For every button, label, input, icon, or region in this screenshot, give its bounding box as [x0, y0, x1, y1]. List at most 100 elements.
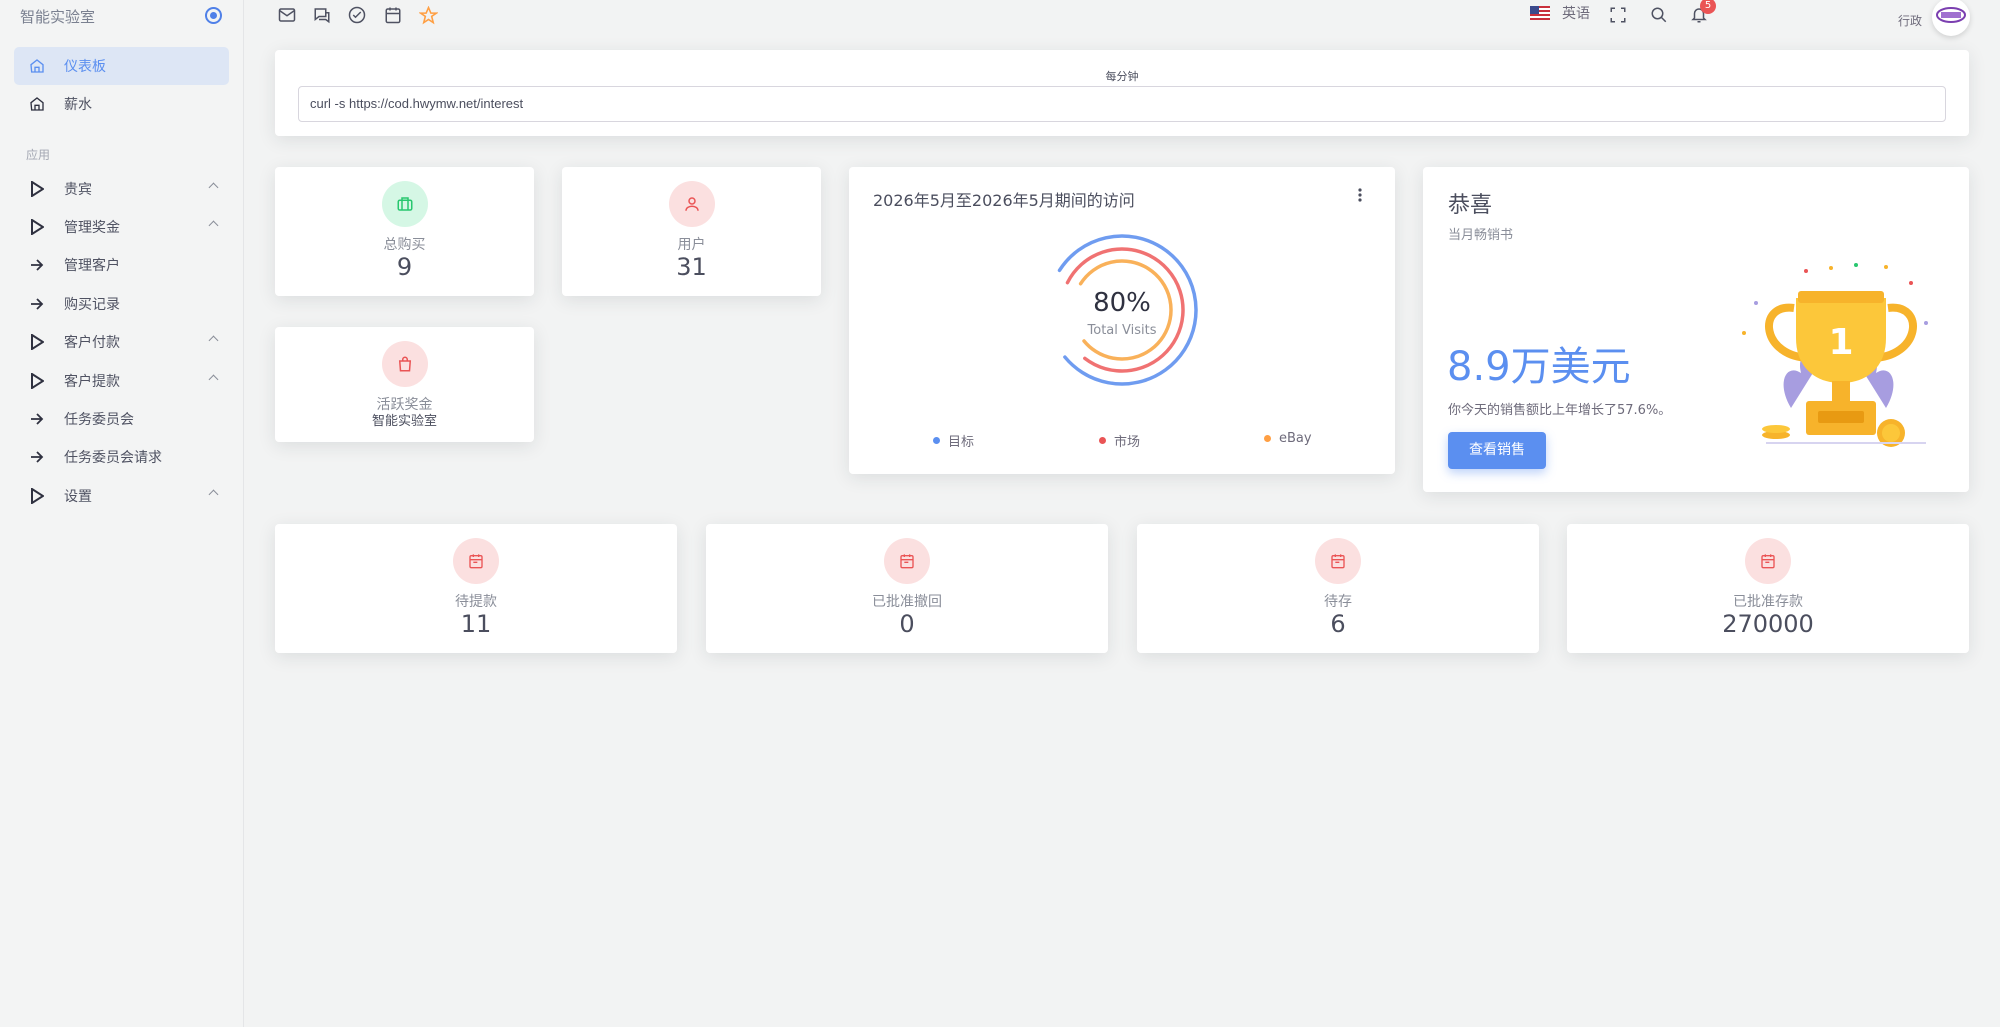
sidebar-item-task-committee[interactable]: 任务委员会 — [14, 400, 229, 438]
more-vertical-icon[interactable] — [1357, 187, 1363, 203]
stat-card-active-bonus: 活跃奖金 智能实验室 — [275, 327, 534, 442]
chevron-up-icon — [208, 220, 219, 231]
stat-card-users: 用户 31 — [562, 167, 821, 296]
user-name[interactable]: 行政 — [1898, 12, 1922, 29]
sidebar-toggle-icon[interactable] — [205, 7, 222, 24]
language-label: 英语 — [1562, 6, 1590, 22]
arrow-right-icon — [28, 256, 46, 274]
sidebar-item-task-committee-requests[interactable]: 任务委员会请求 — [14, 438, 229, 476]
stat-label: 总购买 — [383, 237, 426, 253]
trophy-icon: 1 — [1742, 263, 1928, 447]
stat-label: 待存 — [1324, 594, 1352, 610]
trophy-number: 1 — [1828, 322, 1853, 363]
sidebar-item-label: 贵宾 — [64, 182, 92, 198]
stat-label: 已批准撤回 — [872, 594, 942, 610]
calendar-icon — [1745, 538, 1791, 584]
stat-label: 已批准存款 — [1733, 594, 1803, 610]
legend-dot-icon — [1264, 435, 1271, 442]
sidebar: 智能实验室 仪表板 薪水 应用 贵宾 管理奖金 管理客户 购买记录 客户付款 客… — [0, 0, 244, 1027]
view-sales-button[interactable]: 查看销售 — [1448, 432, 1546, 469]
stat-value: 9 — [396, 253, 413, 281]
sidebar-item-label: 客户付款 — [64, 335, 120, 351]
home-icon — [28, 57, 46, 75]
play-icon — [28, 372, 46, 390]
sidebar-item-label: 薪水 — [64, 97, 92, 113]
arrow-right-icon — [28, 448, 46, 466]
stat-card-approved-withdrawals: 已批准撤回 0 — [706, 524, 1108, 653]
stat-card-pending-withdrawals: 待提款 11 — [275, 524, 677, 653]
chat-icon[interactable] — [311, 4, 333, 26]
chevron-up-icon — [208, 374, 219, 385]
calendar-icon[interactable] — [382, 4, 404, 26]
stat-label: 待提款 — [455, 594, 497, 610]
user-icon — [669, 181, 715, 227]
legend-item: 市场 — [1099, 431, 1140, 450]
calendar-icon — [1315, 538, 1361, 584]
sidebar-item-customer-withdrawals[interactable]: 客户提款 — [14, 362, 229, 400]
stat-card-total-purchases: 总购买 9 — [275, 167, 534, 296]
sidebar-item-label: 管理奖金 — [64, 220, 120, 236]
stat-value: 智能实验室 — [371, 414, 437, 429]
visits-percent: 80% — [1093, 288, 1151, 318]
stat-card-approved-deposits: 已批准存款 270000 — [1567, 524, 1969, 653]
congrats-title: 恭喜 — [1448, 193, 1493, 218]
cron-interval-label: 每分钟 — [1105, 70, 1139, 83]
stat-value: 270000 — [1722, 610, 1814, 638]
us-flag-icon — [1530, 6, 1550, 20]
sidebar-item-salary[interactable]: 薪水 — [14, 85, 229, 123]
sidebar-item-manage-customers[interactable]: 管理客户 — [14, 246, 229, 284]
mail-icon[interactable] — [276, 4, 298, 26]
congrats-subtitle: 当月畅销书 — [1448, 228, 1514, 243]
calendar-icon — [884, 538, 930, 584]
avatar[interactable] — [1932, 0, 1970, 36]
sales-amount: 8.9万美元 — [1447, 344, 1631, 390]
star-icon[interactable] — [417, 4, 439, 26]
check-circle-icon[interactable] — [346, 4, 368, 26]
legend-item: eBay — [1264, 431, 1312, 446]
chevron-up-icon — [208, 335, 219, 346]
sidebar-item-manage-bonus[interactable]: 管理奖金 — [14, 208, 229, 246]
sidebar-item-label: 任务委员会 — [64, 412, 134, 428]
visits-title: 2026年5月至2026年5月期间的访问 — [873, 191, 1135, 210]
sidebar-item-label: 购买记录 — [64, 297, 120, 313]
chevron-up-icon — [208, 489, 219, 500]
sidebar-item-vip[interactable]: 贵宾 — [14, 170, 229, 208]
sidebar-item-dashboard[interactable]: 仪表板 — [14, 47, 229, 85]
sidebar-item-label: 管理客户 — [64, 258, 120, 274]
chevron-up-icon — [208, 182, 219, 193]
stat-value: 6 — [1330, 610, 1346, 638]
language-selector[interactable]: 英语 — [1530, 3, 1590, 23]
legend-item: 目标 — [933, 431, 974, 450]
visits-center-label: Total Visits — [1087, 323, 1157, 338]
play-icon — [28, 333, 46, 351]
stat-value: 31 — [676, 253, 707, 281]
congrats-card: 恭喜 当月畅销书 8.9万美元 你今天的销售额比上年增长了57.6%。 查看销售… — [1423, 167, 1969, 492]
sidebar-item-label: 任务委员会请求 — [64, 450, 162, 466]
play-icon — [28, 180, 46, 198]
stat-value: 11 — [460, 610, 492, 638]
play-icon — [28, 218, 46, 236]
search-icon[interactable] — [1648, 4, 1670, 26]
arrow-right-icon — [28, 295, 46, 313]
visits-chart-card: 2026年5月至2026年5月期间的访问 80% Total Visits 目标… — [849, 167, 1395, 474]
home-icon — [28, 95, 46, 113]
sidebar-section-label: 应用 — [26, 148, 51, 162]
play-icon — [28, 487, 46, 505]
legend-label: eBay — [1279, 431, 1312, 446]
sidebar-item-purchase-records[interactable]: 购买记录 — [14, 285, 229, 323]
legend-label: 市场 — [1114, 435, 1141, 450]
shopping-bag-icon — [382, 341, 428, 387]
stat-label: 用户 — [677, 237, 706, 253]
sidebar-item-settings[interactable]: 设置 — [14, 477, 229, 515]
sidebar-item-label: 设置 — [64, 489, 92, 505]
sales-growth-text: 你今天的销售额比上年增长了57.6%。 — [1448, 403, 1672, 418]
legend-label: 目标 — [948, 435, 975, 450]
legend-dot-icon — [1099, 437, 1106, 444]
calendar-icon — [453, 538, 499, 584]
cron-command-field[interactable]: curl -s https://cod.hwymw.net/interest — [298, 86, 1946, 122]
sidebar-item-customer-payments[interactable]: 客户付款 — [14, 323, 229, 361]
brand-name[interactable]: 智能实验室 — [20, 6, 95, 27]
fullscreen-icon[interactable] — [1607, 4, 1629, 26]
stat-value: 0 — [899, 610, 915, 638]
stat-card-pending-deposits: 待存 6 — [1137, 524, 1539, 653]
